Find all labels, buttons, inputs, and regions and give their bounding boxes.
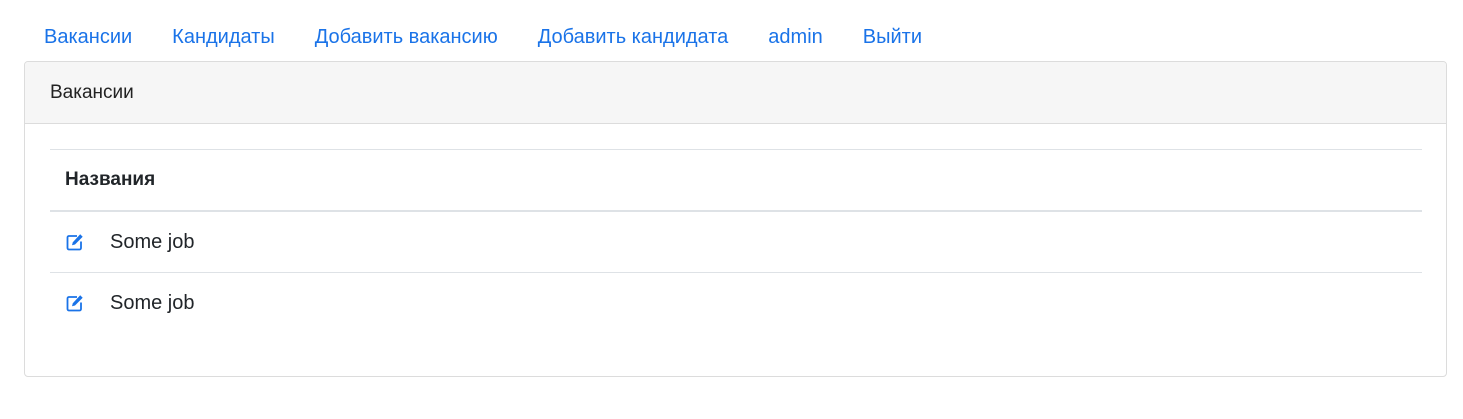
- table-header-row: Названия: [50, 149, 1422, 212]
- card-header: Вакансии: [25, 62, 1446, 124]
- edit-icon[interactable]: [65, 232, 85, 252]
- top-nav: Вакансии Кандидаты Добавить вакансию Доб…: [24, 14, 942, 60]
- table-row: Some job: [50, 211, 1422, 273]
- column-header-names: Названия: [50, 149, 1422, 212]
- table-row: Some job: [50, 273, 1422, 334]
- vacancies-card: Вакансии Названия Some job Some job: [24, 61, 1447, 377]
- nav-link-user[interactable]: admin: [748, 14, 842, 60]
- vacancy-name[interactable]: Some job: [110, 231, 195, 254]
- nav-link-add-candidate[interactable]: Добавить кандидата: [518, 14, 749, 60]
- card-body: Названия Some job Some job: [25, 124, 1446, 333]
- nav-link-vacancies[interactable]: Вакансии: [24, 14, 152, 60]
- vacancies-table: Названия Some job Some job: [50, 149, 1422, 333]
- nav-link-candidates[interactable]: Кандидаты: [152, 14, 295, 60]
- nav-link-logout[interactable]: Выйти: [843, 14, 942, 60]
- nav-link-add-vacancy[interactable]: Добавить вакансию: [295, 14, 518, 60]
- vacancy-name[interactable]: Some job: [110, 292, 195, 315]
- edit-icon[interactable]: [65, 293, 85, 313]
